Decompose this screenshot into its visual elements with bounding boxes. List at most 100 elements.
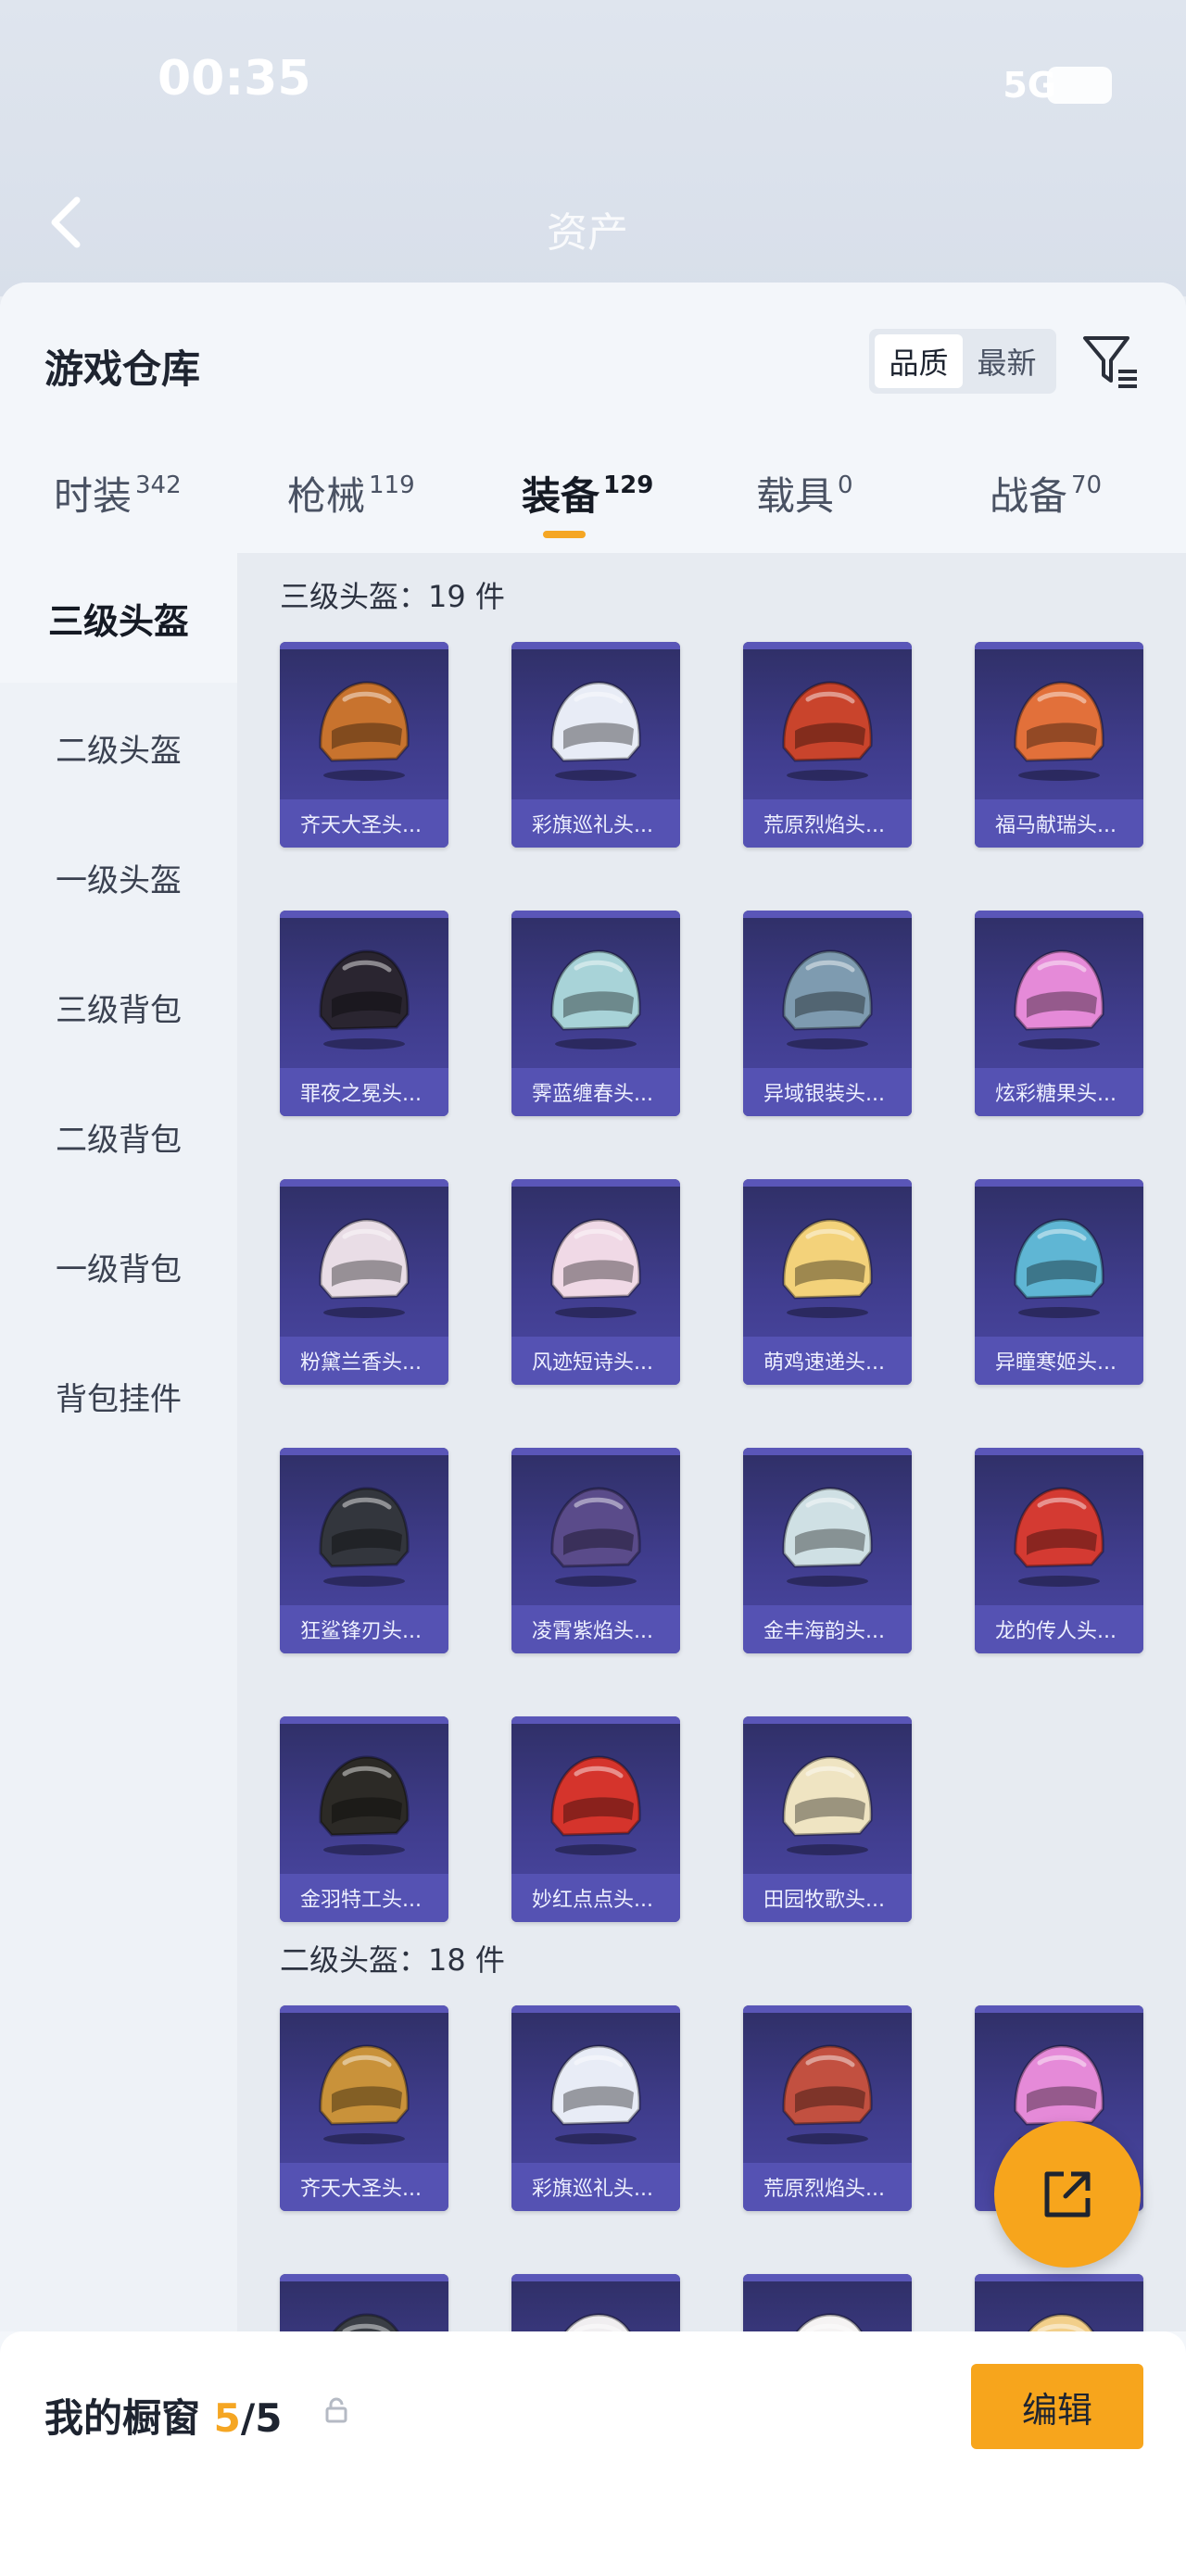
item-card[interactable]: [975, 2274, 1143, 2331]
item-name: 异瞳寒姬头...: [975, 1337, 1143, 1385]
item-card[interactable]: 异域银装头...: [743, 911, 912, 1116]
item-name: 异域银装头...: [743, 1068, 912, 1116]
item-name: 荒原烈焰头...: [743, 799, 912, 848]
sidebar: 三级头盔 二级头盔 一级头盔 三级背包 二级背包 一级背包 背包挂件: [0, 553, 237, 2331]
item-card[interactable]: 风迹短诗头...: [511, 1179, 680, 1385]
helmet-icon: [796, 2313, 863, 2331]
tab-label: 枪械: [287, 473, 366, 519]
active-tab-indicator: [543, 531, 586, 538]
helmet-icon: [782, 1487, 873, 1587]
item-card[interactable]: 萌鸡速递头...: [743, 1179, 912, 1385]
item-card[interactable]: 彩旗巡礼头...: [511, 642, 680, 848]
edit-button[interactable]: 编辑: [971, 2364, 1143, 2449]
item-card[interactable]: 金丰海韵头...: [743, 1448, 912, 1653]
helmet-icon: [550, 1218, 641, 1318]
sidebar-item-level1-helmet[interactable]: 一级头盔: [0, 812, 237, 942]
helmet-icon: [319, 681, 410, 781]
item-card[interactable]: 齐天大圣头...: [280, 642, 448, 848]
warehouse-sheet: 游戏仓库 品质 最新 时装 342 枪械 119 装备 129 载具 0 战备 70 三级…: [0, 283, 1186, 2576]
share-button[interactable]: [994, 2121, 1141, 2268]
sidebar-item-backpack-charm[interactable]: 背包挂件: [0, 1331, 237, 1461]
tab-label: 时装: [54, 473, 132, 519]
helmet-icon: [1014, 1487, 1104, 1587]
item-name: 妙红点点头...: [511, 1874, 680, 1922]
showcase-label: 我的橱窗: [44, 2395, 201, 2441]
helmet-icon: [319, 1755, 410, 1855]
section-title: 二级头盔：18 件: [280, 1942, 505, 1978]
sidebar-item-level1-backpack[interactable]: 一级背包: [0, 1201, 237, 1331]
helmet-icon: [319, 2044, 410, 2144]
filter-icon: [1083, 336, 1137, 388]
item-name: 田园牧歌头...: [743, 1874, 912, 1922]
chevron-left-icon: [51, 196, 81, 248]
tab-count: 0: [838, 471, 853, 499]
item-card[interactable]: 粉黛兰香头...: [280, 1179, 448, 1385]
page-title: 资产: [547, 209, 628, 257]
tab-equipment[interactable]: 装备 129: [522, 465, 653, 521]
item-name: 龙的传人头...: [975, 1605, 1143, 1653]
item-card[interactable]: 炫彩糖果头...: [975, 911, 1143, 1116]
helmet-icon: [319, 1218, 410, 1318]
item-card[interactable]: 罪夜之冕头...: [280, 911, 448, 1116]
showcase-bar: 我的橱窗 5/5 编辑: [0, 2331, 1186, 2576]
sidebar-item-level2-backpack[interactable]: 二级背包: [0, 1072, 237, 1201]
tab-supplies[interactable]: 战备 70: [990, 465, 1102, 521]
section-title: 三级头盔：19 件: [280, 579, 505, 614]
sidebar-item-level2-helmet[interactable]: 二级头盔: [0, 683, 237, 812]
filter-button[interactable]: [1079, 331, 1141, 392]
helmet-icon: [333, 2313, 399, 2331]
helmet-icon: [319, 949, 410, 1049]
item-card[interactable]: 彩旗巡礼头...: [511, 2005, 680, 2211]
helmet-icon: [1014, 949, 1104, 1049]
item-name: 金丰海韵头...: [743, 1605, 912, 1653]
sheet-header: 游戏仓库 品质 最新 时装 342 枪械 119 装备 129 载具 0 战备 70: [0, 283, 1186, 551]
tab-count: 119: [369, 471, 415, 499]
item-card[interactable]: [280, 2274, 448, 2331]
item-name: 齐天大圣头...: [280, 799, 448, 848]
helmet-icon: [550, 2044, 641, 2144]
helmet-icon: [1014, 1218, 1104, 1318]
item-card[interactable]: 霁蓝缠春头...: [511, 911, 680, 1116]
helmet-icon: [782, 949, 873, 1049]
tab-vehicles[interactable]: 载具 0: [756, 465, 853, 521]
showcase-used-count: 5: [213, 2395, 241, 2441]
sidebar-item-level3-helmet[interactable]: 三级头盔: [0, 553, 237, 683]
helmet-icon: [1028, 2313, 1094, 2331]
back-button[interactable]: [42, 195, 88, 250]
item-card[interactable]: 凌霄紫焰头...: [511, 1448, 680, 1653]
tab-fashion[interactable]: 时装 342: [54, 465, 182, 521]
item-card[interactable]: [511, 2274, 680, 2331]
item-name: 霁蓝缠春头...: [511, 1068, 680, 1116]
helmet-icon: [550, 681, 641, 781]
helmet-icon: [550, 1487, 641, 1587]
tab-label: 战备: [990, 473, 1068, 519]
sort-newest[interactable]: 最新: [963, 334, 1051, 388]
item-card[interactable]: 福马献瑞头...: [975, 642, 1143, 848]
item-card[interactable]: 田园牧歌头...: [743, 1716, 912, 1922]
helmet-icon: [564, 2313, 631, 2331]
sort-quality[interactable]: 品质: [875, 334, 963, 388]
item-card[interactable]: 龙的传人头...: [975, 1448, 1143, 1653]
status-header: 00:35 5G 资产: [0, 0, 1186, 296]
helmet-icon: [550, 1755, 641, 1855]
showcase-title: 我的橱窗 5/5: [44, 2387, 282, 2444]
sidebar-item-level3-backpack[interactable]: 三级背包: [0, 942, 237, 1072]
item-card[interactable]: 异瞳寒姬头...: [975, 1179, 1143, 1385]
external-link-icon: [1044, 2171, 1091, 2218]
item-card[interactable]: 金羽特工头...: [280, 1716, 448, 1922]
item-card[interactable]: 狂鲨锋刃头...: [280, 1448, 448, 1653]
tab-weapons[interactable]: 枪械 119: [287, 465, 415, 521]
item-card[interactable]: 齐天大圣头...: [280, 2005, 448, 2211]
item-card[interactable]: 荒原烈焰头...: [743, 2005, 912, 2211]
lock-icon: [325, 2397, 347, 2423]
item-name: 炫彩糖果头...: [975, 1068, 1143, 1116]
item-card[interactable]: 荒原烈焰头...: [743, 642, 912, 848]
tab-count: 70: [1071, 471, 1103, 499]
item-card[interactable]: [743, 2274, 912, 2331]
helmet-icon: [782, 1755, 873, 1855]
item-name: 金羽特工头...: [280, 1874, 448, 1922]
tab-count: 342: [135, 471, 182, 499]
status-time: 00:35: [158, 51, 311, 107]
item-card[interactable]: 妙红点点头...: [511, 1716, 680, 1922]
item-name: 荒原烈焰头...: [743, 2163, 912, 2211]
